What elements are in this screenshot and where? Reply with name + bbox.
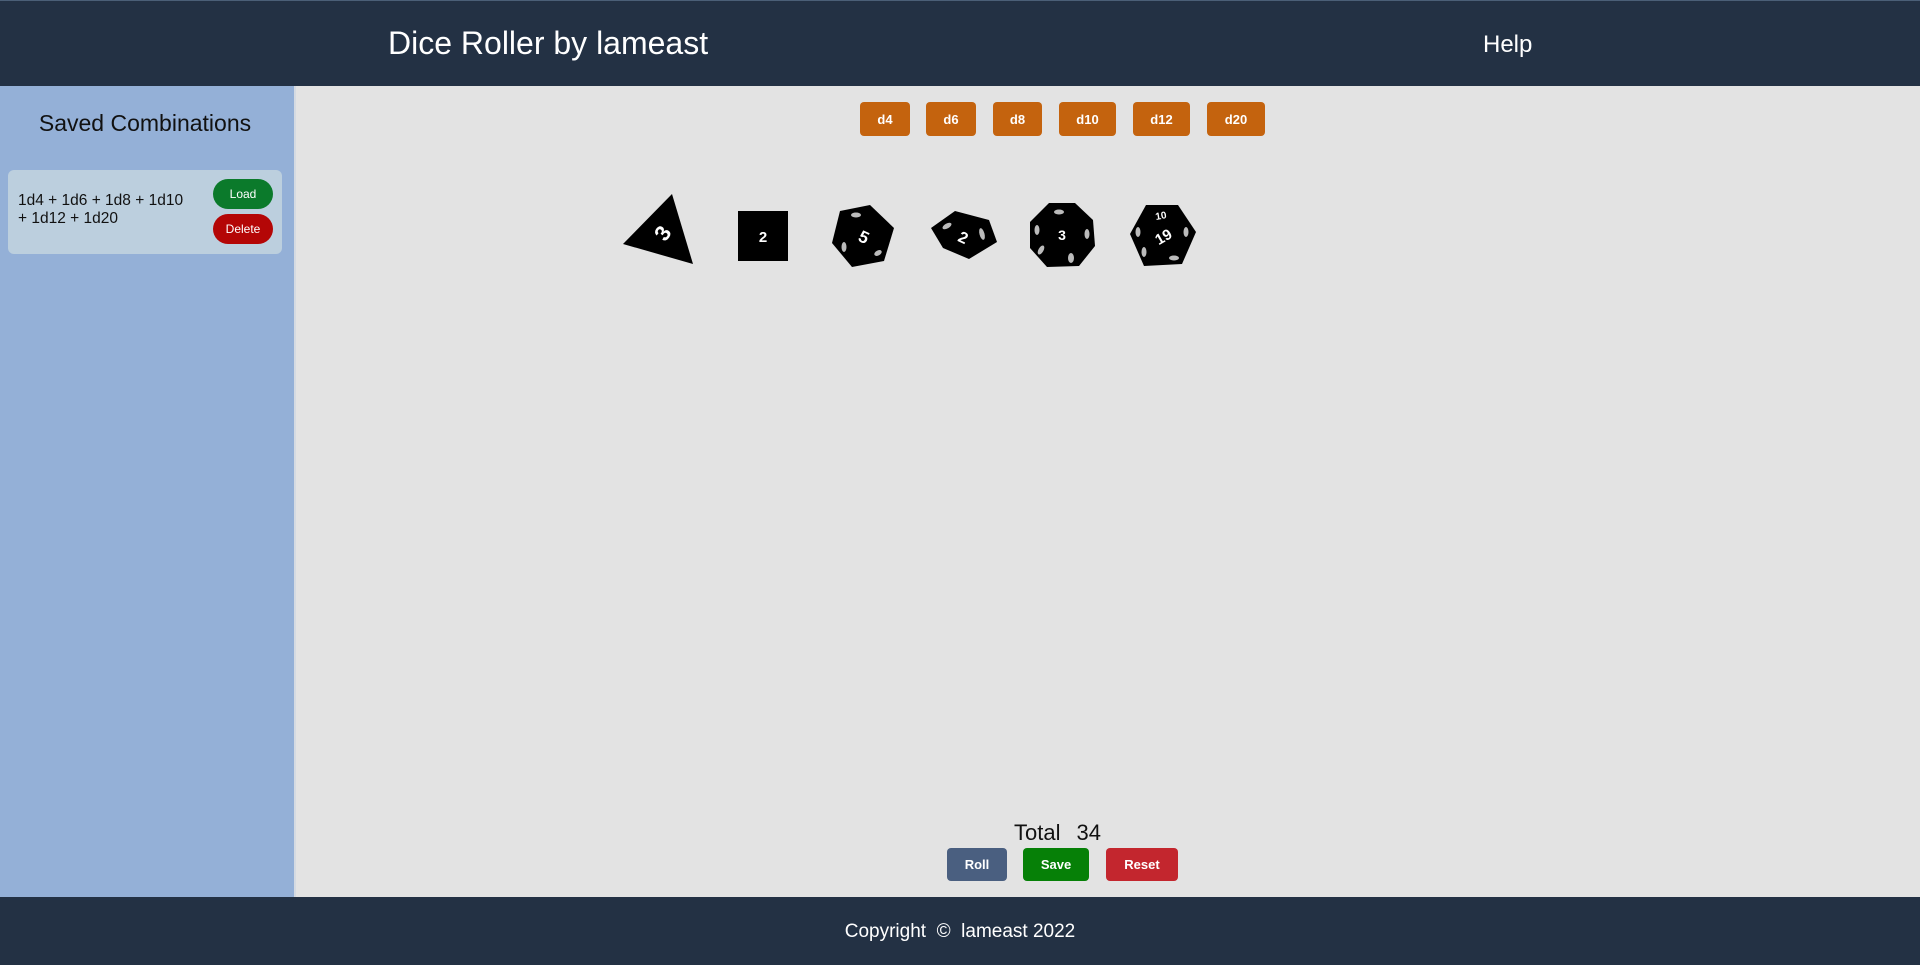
sidebar-title: Saved Combinations <box>38 110 252 136</box>
roll-button[interactable]: Roll <box>947 848 1007 881</box>
d6-die-icon[interactable]: 2 <box>737 210 789 267</box>
add-d4-button[interactable]: d4 <box>860 102 910 136</box>
saved-combinations-sidebar: Saved Combinations 1d4 + 1d6 + 1d8 + 1d1… <box>0 86 294 897</box>
total-display: Total 34 <box>1014 820 1101 846</box>
d6-die-value: 2 <box>759 229 767 246</box>
help-link[interactable]: Help <box>1483 31 1532 59</box>
saved-combination-card: 1d4 + 1d6 + 1d8 + 1d10 + 1d12 + 1d20 Loa… <box>8 170 282 254</box>
delete-button[interactable]: Delete <box>213 214 273 244</box>
d4-die-icon[interactable]: 3 <box>622 194 696 271</box>
add-d20-button[interactable]: d20 <box>1207 102 1265 136</box>
total-value: 34 <box>1076 820 1101 845</box>
d20-die-icon[interactable]: 10 19 <box>1128 202 1198 273</box>
combination-text: 1d4 + 1d6 + 1d8 + 1d10 + 1d12 + 1d20 <box>18 192 184 227</box>
add-d12-button[interactable]: d12 <box>1133 102 1190 136</box>
d12-die-value: 3 <box>1058 227 1066 243</box>
dice-area <box>294 86 1920 897</box>
add-d6-button[interactable]: d6 <box>926 102 976 136</box>
d10-die-icon[interactable]: 2 <box>927 208 999 265</box>
app-title: Dice Roller by lameast <box>388 25 709 61</box>
add-d8-button[interactable]: d8 <box>993 102 1042 136</box>
copyright-text: Copyright © lameast 2022 <box>844 921 1076 942</box>
d8-die-icon[interactable]: 5 <box>830 203 896 274</box>
app-header: Dice Roller by lameast Help <box>0 0 1920 86</box>
reset-button[interactable]: Reset <box>1106 848 1178 881</box>
load-button[interactable]: Load <box>213 179 273 209</box>
save-button[interactable]: Save <box>1023 848 1089 881</box>
app-footer: Copyright © lameast 2022 <box>0 897 1920 965</box>
d12-die-icon[interactable]: 3 <box>1027 200 1097 275</box>
total-label: Total <box>1014 820 1061 845</box>
add-d10-button[interactable]: d10 <box>1059 102 1116 136</box>
